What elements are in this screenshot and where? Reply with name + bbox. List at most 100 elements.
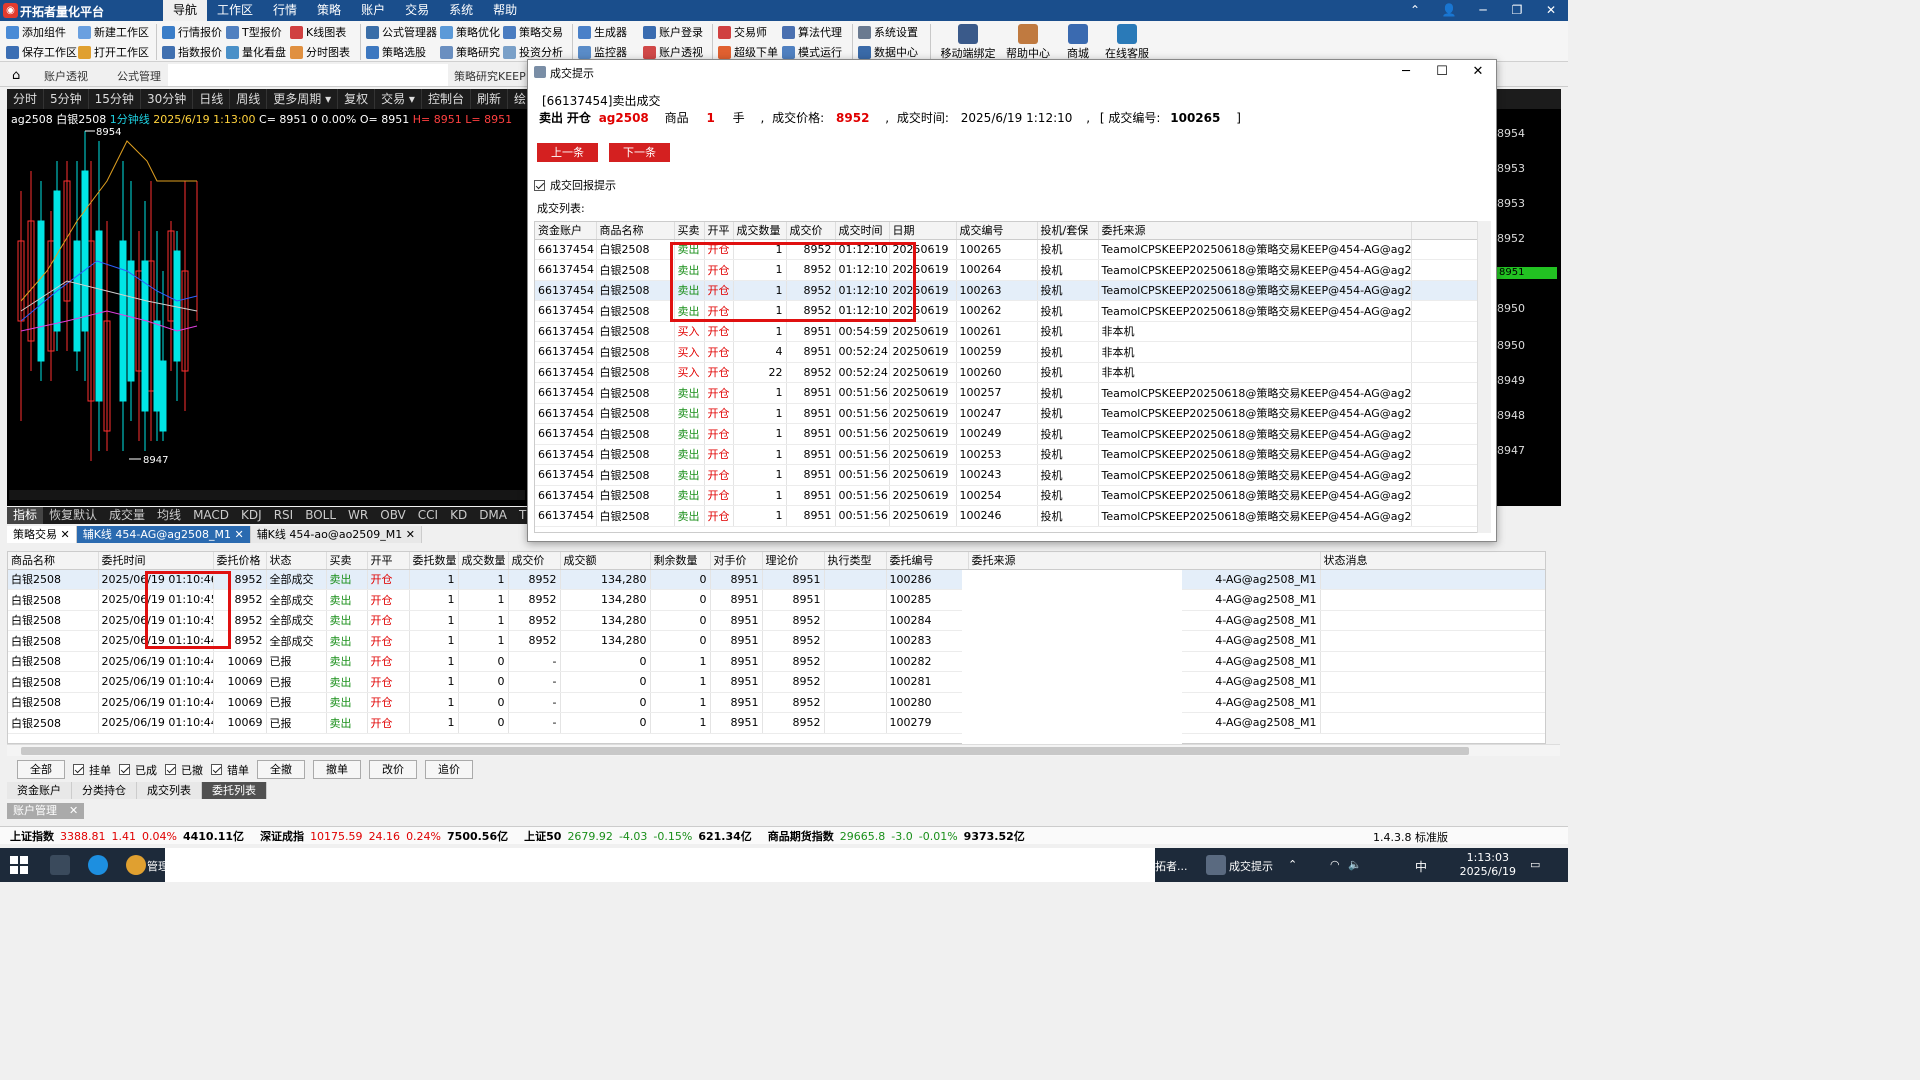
order-col-header[interactable]: 委托价格 <box>213 552 267 570</box>
order-col-header[interactable]: 委托编号 <box>886 552 969 570</box>
user-icon[interactable]: 👤 <box>1432 0 1466 21</box>
table-row[interactable]: 66137454 白银2508 卖出 开仓 1 8951 00:51:56 20250619 1… <box>535 464 1482 486</box>
algo-agent-button[interactable]: 算法代理 <box>782 23 842 42</box>
system-clock[interactable]: 1:13:03 2025/6/19 <box>1460 851 1516 879</box>
indicator-rsi[interactable]: RSI <box>268 507 300 524</box>
menu-item-system[interactable]: 系统 <box>439 0 483 21</box>
close-icon[interactable]: ✕ <box>61 528 70 541</box>
table-row[interactable]: 白银2508 2025/06/19 01:10:45 8952 全部成交 卖出 开仓 1 1 8… <box>8 610 1545 631</box>
t-quote-button[interactable]: T型报价 <box>226 23 282 42</box>
refresh-button[interactable]: 刷新 <box>471 89 508 109</box>
ime-indicator[interactable]: 中 <box>1415 858 1427 875</box>
order-col-header[interactable]: 委托来源 <box>968 552 1321 570</box>
order-col-header[interactable]: 对手价 <box>710 552 763 570</box>
taskbar-app-label[interactable]: 成交提示 <box>1229 858 1273 874</box>
table-row[interactable]: 66137454 白银2508 买入 开仓 1 8951 00:54:59 20250619 1… <box>535 321 1482 342</box>
strategy-optimize-button[interactable]: 策略优化 <box>440 23 500 42</box>
menu-item-strategy[interactable]: 策略 <box>307 0 351 21</box>
table-row[interactable]: 白银2508 2025/06/19 01:10:44 10069 已报 卖出 开仓 1 0-0… <box>8 671 1545 693</box>
table-row[interactable]: 66137454 白银2508 卖出 开仓 1 8951 00:51:56 20250619 1… <box>535 423 1482 445</box>
kline-chart-button[interactable]: K线图表 <box>290 23 346 42</box>
system-settings-button[interactable]: 系统设置 <box>858 23 918 42</box>
taskbar-app-label[interactable]: 拓者... <box>1155 858 1188 874</box>
tab-positions[interactable]: 分类持仓 <box>72 782 137 799</box>
indicator-ma[interactable]: 均线 <box>151 507 187 524</box>
table-row[interactable]: 白银2508 2025/06/19 01:10:45 8952 全部成交 卖出 开仓 1 1 8… <box>8 589 1545 611</box>
chase-price-button[interactable]: 追价 <box>425 760 473 779</box>
tab-formula-manage[interactable]: 公式管理 <box>117 68 161 84</box>
generator-button[interactable]: 生成器 <box>578 23 627 42</box>
trade-col-header[interactable]: 成交数量 <box>733 222 787 240</box>
console-button[interactable]: 控制台 <box>422 89 471 109</box>
indicator-macd[interactable]: MACD <box>187 507 235 524</box>
account-manage-tab[interactable]: 账户管理 ✕ <box>7 803 85 819</box>
close-icon[interactable]: ✕ <box>63 803 84 819</box>
menu-item-trade[interactable]: 交易 <box>395 0 439 21</box>
table-row[interactable]: 66137454 白银2508 卖出 开仓 1 8951 00:51:56 20250619 1… <box>535 505 1482 527</box>
period-timeshare[interactable]: 分时 <box>7 89 45 109</box>
tab-order-list[interactable]: 委托列表 <box>202 782 267 799</box>
kline-chart[interactable]: ag2508 白银2508 1分钟线 2025/6/19 1:13:00 C= … <box>7 109 527 506</box>
chevron-up-icon[interactable]: ⌃ <box>1398 0 1432 21</box>
tab-funds-account[interactable]: 资金账户 <box>7 782 72 799</box>
tab-aux-kline-ag[interactable]: 辅K线 454-AG@ag2508_M1 ✕ <box>76 526 251 543</box>
table-row[interactable]: 白银2508 2025/06/19 01:10:44 8952 全部成交 卖出 开仓 1 1 8… <box>8 630 1545 652</box>
order-col-header[interactable]: 状态消息 <box>1320 552 1545 570</box>
trade-col-header[interactable]: 日期 <box>889 222 957 240</box>
restore-button[interactable]: ❐ <box>1500 0 1534 21</box>
timeshare-chart-button[interactable]: 分时图表 <box>290 43 350 62</box>
cancel-all-button[interactable]: 全撤 <box>257 760 305 779</box>
period-15min[interactable]: 15分钟 <box>89 89 141 109</box>
close-icon[interactable]: ✕ <box>234 528 243 541</box>
prev-record-button[interactable]: 上一条 <box>537 143 598 162</box>
quant-board-button[interactable]: 量化看盘 <box>226 43 286 62</box>
order-col-header[interactable]: 委托数量 <box>409 552 459 570</box>
order-col-header[interactable]: 商品名称 <box>8 552 99 570</box>
account-login-button[interactable]: 账户登录 <box>643 23 703 42</box>
table-row[interactable]: 白银2508 2025/06/19 01:10:44 10069 已报 卖出 开仓 1 0-0… <box>8 712 1545 734</box>
close-button[interactable]: ✕ <box>1534 0 1568 21</box>
chart-horizontal-scrollbar[interactable] <box>9 490 525 500</box>
task-view-icon[interactable] <box>50 855 70 875</box>
save-workspace-button[interactable]: 保存工作区 <box>6 43 77 62</box>
trade-col-header[interactable]: 买卖 <box>674 222 705 240</box>
period-30min[interactable]: 30分钟 <box>141 89 194 109</box>
trade-col-header[interactable]: 投机/套保 <box>1037 222 1099 240</box>
formula-manager-button[interactable]: 公式管理器 <box>366 23 437 42</box>
order-col-header[interactable]: 买卖 <box>326 552 368 570</box>
ticker-item[interactable]: 上证指数 3388.81 1.41 0.04% 4410.11亿 <box>10 828 250 844</box>
indicator-wr[interactable]: WR <box>342 507 374 524</box>
online-service-button[interactable]: 在线客服 <box>1097 22 1157 61</box>
table-row[interactable]: 白银2508 2025/06/19 01:10:44 10069 已报 卖出 开仓 1 0-0… <box>8 651 1545 672</box>
trade-col-header[interactable]: 开平 <box>704 222 734 240</box>
notification-icon[interactable]: ▭ <box>1530 858 1540 871</box>
trade-col-header[interactable]: 资金账户 <box>535 222 597 240</box>
menu-item-quotes[interactable]: 行情 <box>263 0 307 21</box>
mobile-bind-button[interactable]: 移动端绑定 <box>938 22 998 61</box>
table-row[interactable]: 66137454 白银2508 卖出 开仓 1 8951 00:51:56 20250619 1… <box>535 485 1482 506</box>
order-col-header[interactable]: 委托时间 <box>98 552 214 570</box>
tab-strategy-research[interactable]: 策略研究KEEP <box>454 68 526 84</box>
table-row[interactable]: 66137454 白银2508 卖出 开仓 1 8951 00:51:56 20250619 1… <box>535 382 1482 404</box>
order-col-header[interactable]: 成交额 <box>560 552 651 570</box>
table-row[interactable]: 66137454 白银2508 买入 开仓 22 8952 00:52:24 20250619… <box>535 362 1482 383</box>
minimize-button[interactable]: ─ <box>1466 0 1500 21</box>
order-vertical-scrollbar[interactable] <box>1546 569 1560 744</box>
chrome-icon[interactable] <box>126 855 146 875</box>
menu-item-help[interactable]: 帮助 <box>483 0 527 21</box>
filter-filled-checkbox[interactable]: 已成 <box>119 762 157 778</box>
filter-all-button[interactable]: 全部 <box>17 760 65 779</box>
menu-item-nav[interactable]: 导航 <box>163 0 208 21</box>
index-quote-button[interactable]: 指数报价 <box>162 43 222 62</box>
add-component-button[interactable]: 添加组件 <box>6 23 66 42</box>
indicator-obv[interactable]: OBV <box>374 507 412 524</box>
home-icon[interactable]: ⌂ <box>12 68 20 83</box>
order-col-header[interactable]: 成交价 <box>508 552 561 570</box>
period-day[interactable]: 日线 <box>193 89 231 109</box>
trade-col-header[interactable]: 成交时间 <box>835 222 890 240</box>
volume-icon[interactable]: 🔈 <box>1348 858 1362 871</box>
filter-error-checkbox[interactable]: 错单 <box>211 762 249 778</box>
order-horizontal-scrollbar[interactable] <box>7 744 1560 756</box>
trade-col-header[interactable]: 商品名称 <box>596 222 675 240</box>
order-col-header[interactable]: 执行类型 <box>824 552 887 570</box>
